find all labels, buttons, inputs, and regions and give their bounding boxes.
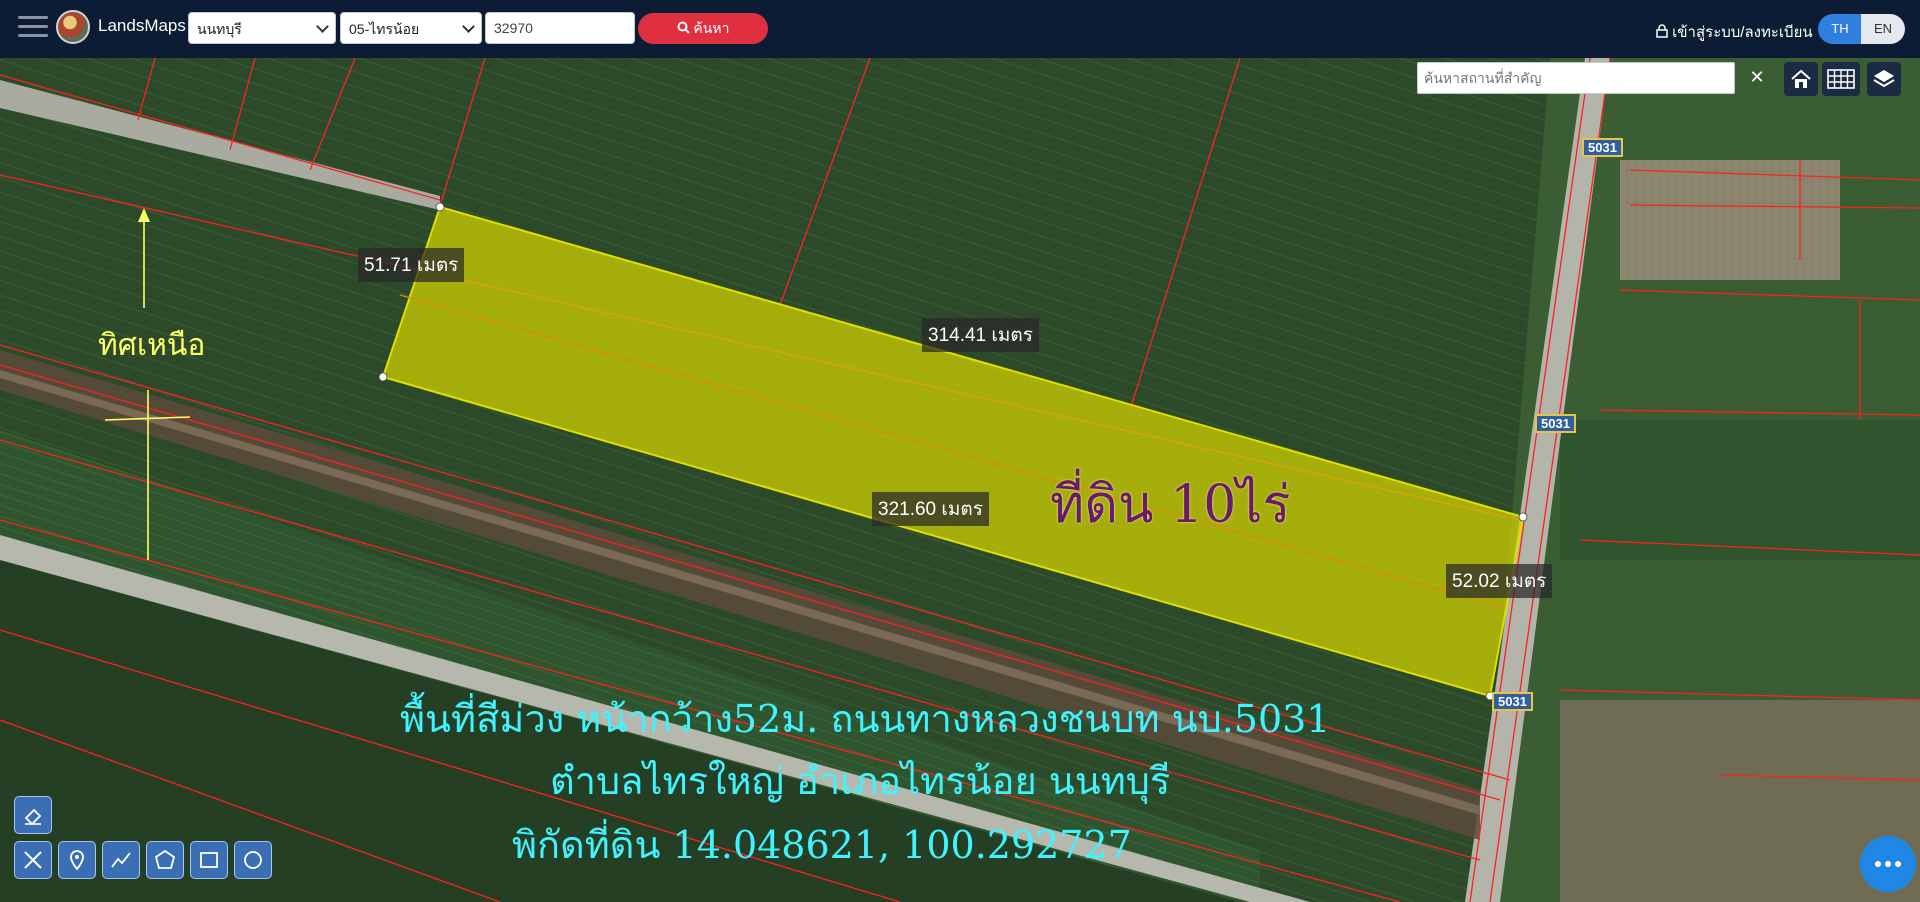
- layers-icon: [1873, 70, 1895, 88]
- measure-top: 314.41 เมตร: [922, 318, 1039, 352]
- search-icon: [677, 21, 690, 34]
- grid-icon: [1827, 69, 1855, 89]
- chevron-down-icon: [316, 20, 329, 33]
- grid-button[interactable]: [1822, 62, 1860, 96]
- district-select[interactable]: 05-ไทรน้อย: [340, 12, 482, 44]
- polygon-tool-button[interactable]: [146, 841, 184, 879]
- description-line-2: ตำบลไทรใหญ่ อำเภอไทรน้อย นนทบุรี: [550, 759, 1171, 803]
- pin-tool-button[interactable]: [58, 841, 96, 879]
- road-badge: 5031: [1535, 414, 1576, 433]
- circle-tool-button[interactable]: [234, 841, 272, 879]
- measure-right: 52.02 เมตร: [1446, 564, 1553, 598]
- home-button[interactable]: [1784, 62, 1818, 96]
- clear-search-icon[interactable]: ✕: [1741, 62, 1773, 94]
- description-line-1: พื้นที่สีม่วง หน้ากว้าง52ม. ถนนทางหลวงชน…: [400, 697, 1331, 741]
- rectangle-tool-button[interactable]: [190, 841, 228, 879]
- brand-name: LandsMaps: [98, 16, 186, 35]
- place-search-input[interactable]: [1417, 62, 1735, 94]
- chevron-down-icon: [462, 20, 475, 33]
- more-options-button[interactable]: [1860, 836, 1916, 892]
- login-label: เข้าสู่ระบบ/ลงทะเบียน: [1672, 24, 1813, 41]
- measure-left: 51.71 เมตร: [358, 248, 465, 282]
- layers-button[interactable]: [1867, 62, 1901, 96]
- home-icon: [1791, 69, 1811, 88]
- lang-en-button[interactable]: EN: [1861, 14, 1905, 44]
- rectangle-icon: [200, 852, 218, 868]
- map-canvas[interactable]: 51.71 เมตร 314.41 เมตร 321.60 เมตร 52.02…: [0, 58, 1920, 902]
- province-select[interactable]: นนทบุรี: [188, 12, 336, 44]
- description-line-3: พิกัดที่ดิน 14.048621, 100.292727: [512, 823, 1132, 867]
- circle-icon: [244, 851, 262, 869]
- district-value: 05-ไทรน้อย: [349, 21, 420, 37]
- ruler-pencil-icon: [24, 851, 42, 869]
- search-button-label: ค้นหา: [693, 20, 730, 36]
- north-label: ทิศเหนือ: [98, 328, 206, 363]
- dot-icon: [1885, 861, 1891, 867]
- road-badge: 5031: [1492, 692, 1533, 711]
- dot-icon: [1895, 861, 1901, 867]
- menu-icon[interactable]: [18, 16, 48, 40]
- eraser-icon: [24, 808, 42, 826]
- measure-tool-button[interactable]: [14, 841, 52, 879]
- login-link[interactable]: เข้าสู่ระบบ/ลงทะเบียน: [1656, 20, 1813, 44]
- dot-icon: [1875, 861, 1881, 867]
- app-logo: [56, 10, 90, 44]
- map-pin-icon: [70, 850, 84, 871]
- area-label: ที่ดิน 10ไร่: [1050, 475, 1291, 535]
- province-value: นนทบุรี: [197, 21, 242, 37]
- road-badge: 5031: [1582, 138, 1623, 157]
- polygon-icon: [154, 849, 176, 869]
- lock-icon: [1656, 24, 1668, 38]
- eraser-button[interactable]: [14, 796, 52, 834]
- top-bar: LandsMaps นนทบุรี 05-ไทรน้อย ค้นหา เข้าส…: [0, 0, 1920, 58]
- polyline-tool-button[interactable]: [102, 841, 140, 879]
- parcel-number-input[interactable]: [485, 12, 635, 44]
- measure-bottom: 321.60 เมตร: [872, 492, 989, 526]
- lang-th-button[interactable]: TH: [1818, 14, 1862, 44]
- polyline-icon: [111, 852, 131, 868]
- search-button[interactable]: ค้นหา: [638, 13, 768, 44]
